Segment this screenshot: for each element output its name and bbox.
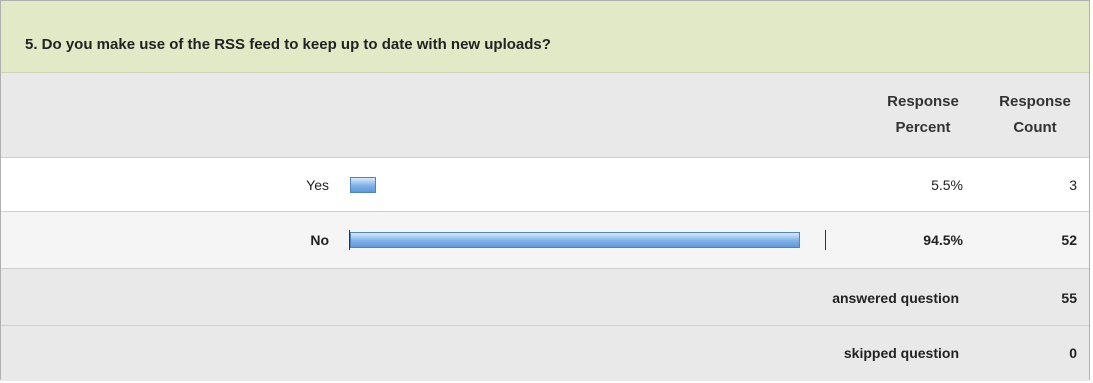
response-percent-header-line1: Response: [887, 93, 959, 110]
skipped-question-label: skipped question: [843, 345, 959, 361]
question-header: 5. Do you make use of the RSS feed to ke…: [1, 1, 1089, 73]
answered-question-label: answered question: [832, 290, 959, 306]
response-count-header-line1: Response: [999, 93, 1071, 110]
bar-track: [350, 177, 826, 193]
bar-track: [350, 232, 826, 248]
axis-tick-right: [825, 230, 826, 250]
response-count-header: Response Count: [987, 89, 1083, 141]
answer-label: Yes: [306, 177, 329, 193]
answered-question-value: 55: [1061, 290, 1077, 306]
answer-row-no: No 94.5% 52: [1, 212, 1089, 269]
count-value: 52: [1061, 232, 1077, 248]
percent-value: 5.5%: [931, 177, 963, 193]
answer-row-yes: Yes 5.5% 3: [1, 158, 1089, 212]
count-value: 3: [1069, 177, 1077, 193]
bar-no: [350, 232, 800, 248]
response-percent-header: Response Percent: [873, 89, 973, 141]
bar-yes: [350, 177, 377, 193]
skipped-question-row: skipped question 0: [1, 326, 1089, 381]
response-count-header-line2: Count: [1013, 119, 1057, 136]
answered-question-row: answered question 55: [1, 269, 1089, 326]
response-percent-header-line2: Percent: [895, 119, 951, 136]
question-title: 5. Do you make use of the RSS feed to ke…: [25, 36, 551, 53]
skipped-question-value: 0: [1069, 345, 1077, 361]
survey-question-panel: 5. Do you make use of the RSS feed to ke…: [0, 0, 1090, 381]
percent-value: 94.5%: [923, 232, 963, 248]
column-header-row: Response Percent Response Count: [1, 73, 1089, 158]
answer-label: No: [310, 232, 329, 248]
